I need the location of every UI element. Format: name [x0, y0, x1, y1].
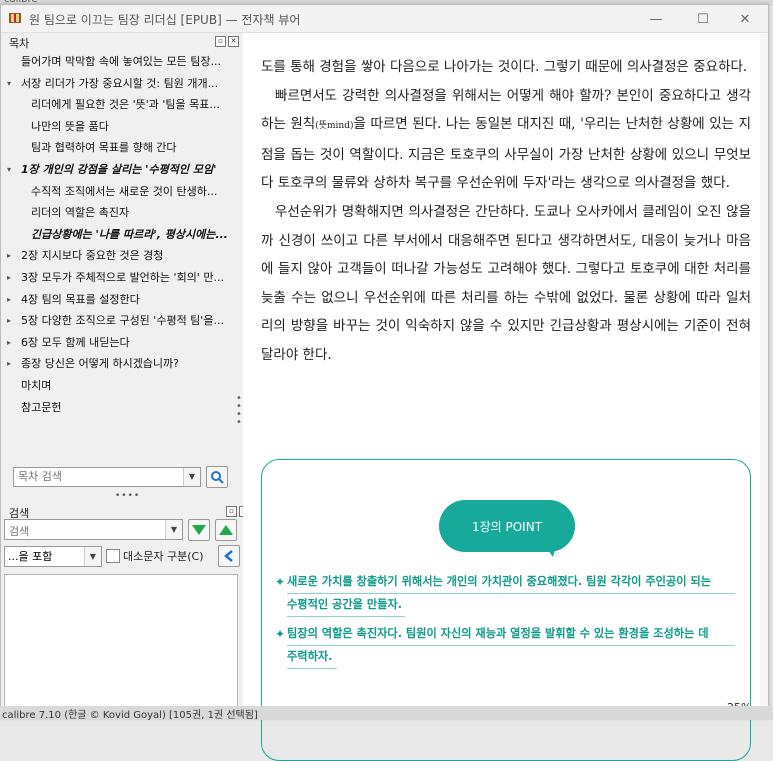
- toc-item[interactable]: ▸ 5장 다양한 조직으로 구성된 '수평적 팀'을...: [1, 310, 239, 332]
- point-item: ✦ 팀장의 역할은 촉진자다. 팀원이 자신의 재능과 열정을 발휘할 수 있는…: [275, 623, 735, 669]
- expand-right-icon[interactable]: ▸: [7, 245, 11, 267]
- paragraph: 빠르면서도 강력한 의사결정을 위해서는 어떻게 해야 할까? 본인이 중요하다…: [261, 87, 751, 192]
- expand-right-icon[interactable]: ▸: [7, 353, 11, 375]
- toc-item[interactable]: ▾ 서장 리더가 가장 중요시할 것: 팀원 개개...: [1, 73, 239, 95]
- expand-right-icon[interactable]: ▸: [7, 332, 11, 354]
- toc-item-label: 긴급상황에는 '나를 따르라', 평상시에는...: [31, 227, 228, 241]
- four-point-star-icon: ✦: [275, 627, 286, 641]
- back-button[interactable]: [218, 545, 240, 567]
- close-panel-icon[interactable]: ✕: [228, 36, 239, 47]
- expand-right-icon[interactable]: ▸: [7, 267, 11, 289]
- toc-item-label: 마치며: [21, 378, 52, 392]
- toc-item[interactable]: 리더에게 필요한 것은 '뜻'과 '팀을 목표...: [1, 94, 239, 116]
- case-sensitive-label: 대소문자 구분(C): [123, 550, 204, 563]
- point-line: 새로운 가치를 창출하기 위해서는 개인의 가치관이 중요해졌다. 팀원 각각이…: [287, 571, 735, 594]
- book-app-icon: [9, 13, 21, 23]
- book-reader-pane[interactable]: 도를 통해 경험을 쌓아 다음으로 나아가는 것이다. 그렇기 때문에 의사결정…: [243, 33, 768, 761]
- toc-item[interactable]: ▸ 6장 모두 함께 내딛는다: [1, 332, 239, 354]
- toc-item[interactable]: 리더의 역할은 촉진자: [1, 202, 239, 224]
- title-bar[interactable]: 원 팀으로 이끄는 팀장 리더십 [EPUB] — 전자책 뷰어 — ☐ ✕: [1, 5, 768, 33]
- expand-down-icon[interactable]: ▾: [7, 73, 11, 95]
- bubble-tail: [543, 543, 557, 557]
- toc-item[interactable]: ▸ 종장 당신은 어떻게 하시겠습니까?: [1, 353, 239, 375]
- toc-item[interactable]: 들어가며 막막함 속에 놓여있는 모든 팀장...: [1, 51, 239, 73]
- toc-item[interactable]: 나만의 뜻을 품다: [1, 116, 239, 138]
- toc-heading: 목차: [9, 37, 30, 50]
- toc-search-box[interactable]: ▼: [13, 467, 201, 487]
- toc-list: 들어가며 막막함 속에 놓여있는 모든 팀장... ▾ 서장 리더가 가장 중요시할…: [1, 51, 239, 418]
- toc-item-label: 2장 지시보다 중요한 것은 경청: [21, 249, 164, 263]
- splitter-handle[interactable]: ••••: [115, 491, 140, 501]
- previous-result-button[interactable]: [215, 519, 237, 541]
- search-input[interactable]: [5, 523, 173, 540]
- arrow-up-icon: [219, 525, 233, 535]
- minimize-button[interactable]: —: [636, 8, 676, 30]
- next-result-button[interactable]: [188, 519, 210, 541]
- search-icon: [211, 471, 224, 484]
- toc-item[interactable]: 팀과 협력하여 목표를 향해 간다: [1, 137, 239, 159]
- chevron-down-icon[interactable]: ▼: [165, 520, 182, 539]
- chevron-down-icon[interactable]: ▼: [84, 547, 101, 566]
- side-panel: 목차 ▫ ✕ 들어가며 막막함 속에 놓여있는 모든 팀장... ▾ 서장 리더가 가…: [1, 33, 250, 717]
- toc-item-label: 3장 모두가 주체적으로 발언하는 '회의' 만...: [21, 270, 224, 284]
- float-panel-icon[interactable]: ▫: [226, 506, 237, 517]
- toc-search-button[interactable]: [206, 466, 228, 488]
- background-status-bar: calibre 7.10 (한글 © Kovid Goyal) [105권, 1…: [0, 706, 773, 721]
- point-line: 수평적인 공간을 만들자.: [287, 594, 405, 617]
- toc-item-label: 1장 개인의 강점을 살리는 '수평적인 모임': [21, 162, 217, 176]
- toc-item[interactable]: ▸ 3장 모두가 주체적으로 발언하는 '회의' 만...: [1, 267, 239, 289]
- float-panel-icon[interactable]: ▫: [215, 36, 226, 47]
- paragraph: 우선순위가 명확해지면 의사결정은 간단하다. 도쿄나 오사카에서 클레임이 오…: [261, 203, 751, 363]
- toc-item[interactable]: ▸ 4장 팀의 목표를 설정한다: [1, 289, 239, 311]
- toc-item-label: 리더에게 필요한 것은 '뜻'과 '팀을 목표...: [31, 98, 220, 112]
- panel-splitter-handle[interactable]: • • • •: [236, 394, 242, 428]
- chevron-down-icon[interactable]: ▼: [183, 468, 200, 486]
- vertical-scrollbar[interactable]: [760, 33, 768, 717]
- toc-item[interactable]: 참고문헌: [1, 397, 239, 419]
- expand-right-icon[interactable]: ▸: [7, 289, 11, 311]
- point-line: 주력하자.: [287, 646, 337, 669]
- toc-item-label: 4장 팀의 목표를 설정한다: [21, 292, 140, 306]
- toc-search-input[interactable]: [14, 468, 182, 485]
- expand-down-icon[interactable]: ▾: [7, 159, 11, 181]
- background-status-text: calibre 7.10 (한글 © Kovid Goyal) [105권, 1…: [2, 710, 258, 721]
- search-mode-value: ...을 포함: [8, 550, 53, 563]
- toc-item-label: 리더의 역할은 촉진자: [31, 206, 130, 220]
- toc-item[interactable]: 긴급상황에는 '나를 따르라', 평상시에는...: [1, 224, 239, 246]
- toc-item-label: 서장 리더가 가장 중요시할 것: 팀원 개개...: [21, 76, 219, 90]
- search-mode-select[interactable]: ...을 포함 ▼: [4, 546, 102, 567]
- ebook-viewer-window: 원 팀으로 이끄는 팀장 리더십 [EPUB] — 전자책 뷰어 — ☐ ✕ 목…: [0, 4, 769, 761]
- close-button[interactable]: ✕: [725, 8, 765, 30]
- toc-item-label: 6장 모두 함께 내딛는다: [21, 335, 130, 349]
- toc-item-label: 참고문헌: [21, 400, 62, 414]
- toc-item[interactable]: 마치며: [1, 375, 239, 397]
- point-item: ✦ 새로운 가치를 창출하기 위해서는 개인의 가치관이 중요해졌다. 팀원 각…: [275, 571, 735, 617]
- toc-item[interactable]: 수직적 조직에서는 새로운 것이 탄생하...: [1, 181, 239, 203]
- window-title: 원 팀으로 이끄는 팀장 리더십 [EPUB] — 전자책 뷰어: [29, 13, 301, 27]
- paragraph: 도를 통해 경험을 쌓아 다음으로 나아가는 것이다. 그렇기 때문에 의사결정…: [261, 59, 748, 75]
- search-results-list[interactable]: [4, 574, 238, 710]
- maximize-button[interactable]: ☐: [683, 8, 723, 30]
- toc-item-label: 5장 다양한 조직으로 구성된 '수평적 팀'을...: [21, 314, 224, 328]
- toc-item-label: 종장 당신은 어떻게 하시겠습니까?: [21, 357, 180, 371]
- toc-item[interactable]: ▸ 2장 지시보다 중요한 것은 경청: [1, 245, 239, 267]
- chevron-left-icon: [224, 550, 233, 562]
- toc-item-label: 나만의 뜻을 품다: [31, 119, 109, 133]
- search-box[interactable]: ▼: [4, 519, 183, 540]
- toc-panel-buttons: ▫ ✕: [215, 36, 239, 47]
- toc-item-label: 수직적 조직에서는 새로운 것이 탄생하...: [31, 184, 218, 198]
- book-text: 도를 통해 경험을 쌓아 다음으로 나아가는 것이다. 그렇기 때문에 의사결정…: [261, 53, 751, 370]
- case-sensitive-checkbox[interactable]: [106, 549, 120, 563]
- expand-right-icon[interactable]: ▸: [7, 310, 11, 332]
- toc-item-label: 팀과 협력하여 목표를 향해 간다: [31, 141, 177, 155]
- toc-item[interactable]: ▾ 1장 개인의 강점을 살리는 '수평적인 모임': [1, 159, 239, 181]
- point-line: 팀장의 역할은 촉진자다. 팀원이 자신의 재능과 열정을 발휘할 수 있는 환…: [287, 623, 735, 646]
- arrow-down-icon: [192, 525, 206, 535]
- four-point-star-icon: ✦: [275, 575, 286, 589]
- toc-item-label: 들어가며 막막함 속에 놓여있는 모든 팀장...: [21, 55, 222, 68]
